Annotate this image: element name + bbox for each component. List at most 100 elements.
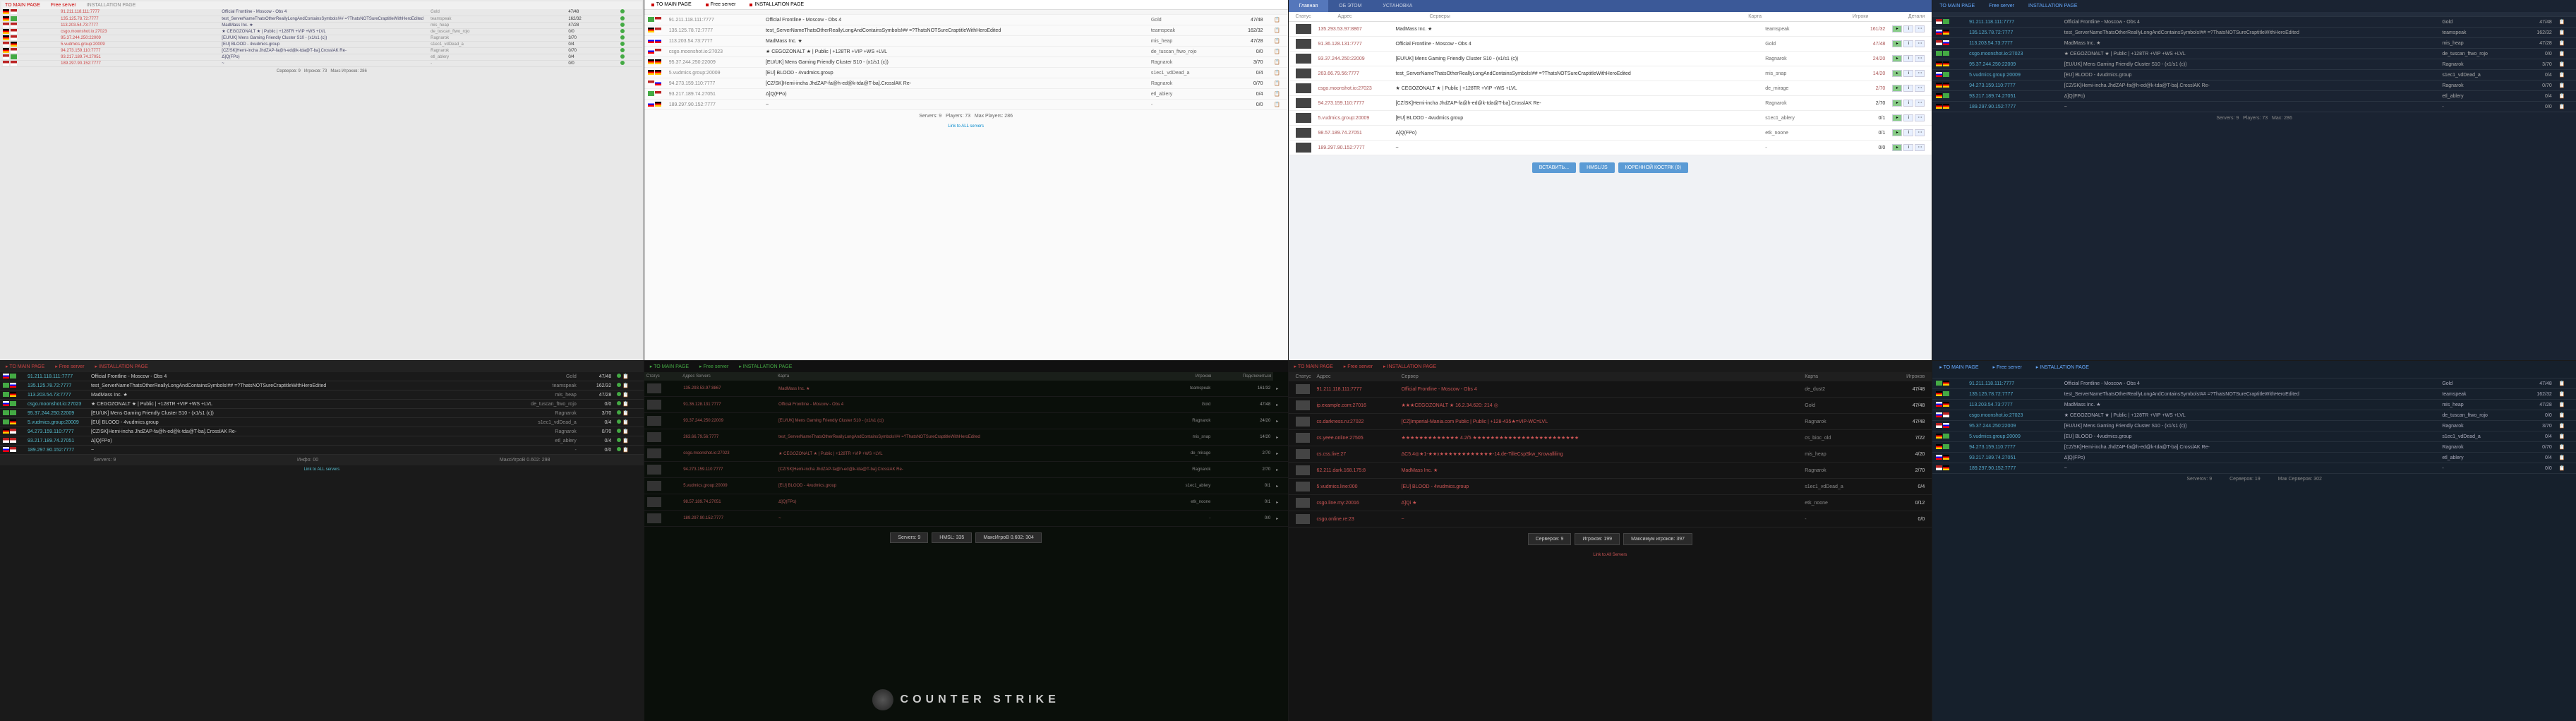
more-button[interactable]: ⋯ xyxy=(1915,40,1925,47)
server-row[interactable]: 94.273.159.110:7777 [CZ/SK]Hemi-incha Jh… xyxy=(1,47,642,54)
connect-button[interactable]: ▸ xyxy=(1892,144,1902,151)
action-icon[interactable]: 📋 xyxy=(2559,455,2565,460)
server-card[interactable]: csgo.moonshot.io:27023 ★ CEGOZONALT ★ | … xyxy=(1289,81,1932,96)
server-row[interactable]: 91.211.118.111:7777 Official Frontline -… xyxy=(1932,17,2576,28)
more-button[interactable]: ⋯ xyxy=(1915,55,1925,62)
server-row[interactable]: 91.211.118.111:7777 Official Frontline -… xyxy=(0,372,644,381)
server-row[interactable]: 189.297.90.152:7777 ~ - 0/0 📋 xyxy=(644,100,1288,110)
play-icon[interactable] xyxy=(617,374,621,378)
more-button[interactable]: ⋯ xyxy=(1915,144,1925,151)
server-row[interactable]: 93.217.189.74.27051 Δ]Q(FPo) etl_ablery … xyxy=(1932,453,2576,463)
nav-free[interactable]: Free server xyxy=(706,2,736,7)
action-icon[interactable]: 📋 xyxy=(2559,94,2565,99)
action-icon[interactable]: 📋 xyxy=(2559,403,2565,407)
more-button[interactable]: ⋯ xyxy=(1915,114,1925,121)
action-icon[interactable]: 📋 xyxy=(2559,83,2565,88)
server-row[interactable]: 91.211.118.111:7777 Official Frontline -… xyxy=(1932,379,2576,389)
action-icon[interactable]: 📋 xyxy=(2559,41,2565,46)
btn-players[interactable]: Игроков: 199 xyxy=(1575,533,1620,545)
action-icon[interactable]: 📋 xyxy=(2559,392,2565,397)
copy-icon[interactable]: 📋 xyxy=(622,448,629,453)
action-icon[interactable]: 📋 xyxy=(2559,466,2565,471)
server-row[interactable]: 95.37.244.250:22009 [EU/UK] Mens Gaming … xyxy=(1932,421,2576,431)
copy-icon[interactable]: 📋 xyxy=(1274,39,1280,44)
server-card[interactable]: 62.211.dark.168.175:8 MadMass Inc. ★ Rag… xyxy=(1289,463,1932,479)
more-button[interactable]: ⋯ xyxy=(1915,100,1925,107)
connect-button[interactable]: ▸ xyxy=(1892,55,1902,62)
btn-b[interactable]: HMSL: 335 xyxy=(932,532,972,543)
copy-icon[interactable]: 📋 xyxy=(1274,60,1280,65)
copy-icon[interactable]: 📋 xyxy=(622,402,629,407)
server-row[interactable]: 5.vudmics.group:20009 [EU] BLOOD - 4vudm… xyxy=(1932,431,2576,442)
more-button[interactable]: ⋯ xyxy=(1915,85,1925,92)
copy-icon[interactable]: 📋 xyxy=(622,439,629,443)
server-row[interactable]: 93.37.244.250:22009 [EU/UK] Mens Gaming … xyxy=(644,413,1288,429)
connect-button[interactable]: ▸ xyxy=(1892,129,1902,136)
all-link[interactable]: Link to All Servers xyxy=(1289,551,1932,559)
server-row[interactable]: 95.37.244.250:22009 [EU/UK] Mens Gaming … xyxy=(1,35,642,41)
copy-icon[interactable]: 📋 xyxy=(622,383,629,388)
play-icon[interactable] xyxy=(617,383,621,387)
nav-free[interactable]: ▸ Free server xyxy=(55,364,84,369)
server-row[interactable]: 135.293.53.97:8867 MadMass Inc. ★ teamsp… xyxy=(644,381,1288,397)
server-card[interactable]: 5.vudmics.group:20009 [EU] BLOOD - 4vudm… xyxy=(1289,111,1932,126)
copy-icon[interactable]: 📋 xyxy=(1274,81,1280,86)
info-button[interactable]: i xyxy=(1903,25,1913,32)
info-button[interactable]: i xyxy=(1903,85,1913,92)
server-card[interactable]: 189.297.90.152:7777 ~ - 0/0 ▸ i ⋯ xyxy=(1289,141,1932,155)
server-row[interactable]: 93.217.189.74.27051 Δ]Q(FPo) etl_ablery … xyxy=(1,54,642,60)
server-card[interactable]: 5.vudmics.line:000 [EU] BLOOD - 4vudmics… xyxy=(1289,479,1932,495)
server-row[interactable]: 5.vudmics.group:20009 [EU] BLOOD - 4vudm… xyxy=(1,41,642,47)
action-icon[interactable]: 📋 xyxy=(2559,20,2565,25)
connect-button[interactable]: ▸ xyxy=(1892,70,1902,77)
info-button[interactable]: i xyxy=(1903,114,1913,121)
nav-install[interactable]: ▸ INSTALLATION PAGE xyxy=(1383,364,1436,369)
action-icon[interactable]: 📋 xyxy=(2559,105,2565,109)
connect-button[interactable]: ▸ xyxy=(1892,40,1902,47)
nav-main[interactable]: ▸ TO MAIN PAGE xyxy=(1294,364,1333,369)
nav-free[interactable]: ▸ Free server xyxy=(1993,364,2022,370)
play-icon[interactable] xyxy=(617,438,621,442)
server-card[interactable]: cs.darkness.ru:27022 [CZ]Imperial-Mania.… xyxy=(1289,414,1932,430)
server-row[interactable]: csgo.moonshot.io:27023 ★ CEGOZONALT ★ | … xyxy=(1932,49,2576,59)
server-row[interactable]: 113.203.54.73:7777 MadMass Inc. ★ mis_he… xyxy=(1932,38,2576,49)
action-icon[interactable]: 📋 xyxy=(2559,62,2565,67)
info-button[interactable]: i xyxy=(1903,55,1913,62)
server-row[interactable]: csgo.moonshot.io:27023 ★ CEGOZONALT ★ | … xyxy=(1932,410,2576,421)
server-row[interactable]: 135.125.78.72:7777 test_ServerNameThatsO… xyxy=(0,381,644,391)
copy-icon[interactable]: 📋 xyxy=(1274,28,1280,33)
more-button[interactable]: ⋯ xyxy=(1915,25,1925,32)
server-row[interactable]: 93.217.189.74.27051 Δ]Q(FPo) etl_ablery … xyxy=(0,436,644,446)
info-button[interactable]: i xyxy=(1903,129,1913,136)
btn-hmsl[interactable]: HMSL/JS xyxy=(1579,162,1615,173)
server-card[interactable]: csgo.line.my:20016 Δ]Qi ★ etk_noone 0/12 xyxy=(1289,495,1932,511)
nav-free[interactable]: ▸ Free server xyxy=(1344,364,1373,369)
server-row[interactable]: 135.125.78.72:7777 test_ServerNameThatsO… xyxy=(1932,28,2576,38)
copy-icon[interactable]: 📋 xyxy=(1274,18,1280,23)
nav-install[interactable]: INSTALLATION PAGE xyxy=(750,2,804,7)
play-icon[interactable] xyxy=(617,401,621,405)
server-card[interactable]: cs.yeee.online:27505 ★★★★★★★★★★★★★ 4.2/5… xyxy=(1289,430,1932,446)
play-icon[interactable] xyxy=(617,410,621,415)
copy-icon[interactable]: 📋 xyxy=(622,420,629,425)
copy-icon[interactable]: 📋 xyxy=(1274,102,1280,107)
server-row[interactable]: 91.211.118.111:7777 Official Frontline -… xyxy=(644,15,1288,25)
server-row[interactable]: 93.217.189.74.27051 Δ]Q(FPo) etl_ablery … xyxy=(1932,91,2576,102)
server-row[interactable]: 91.211.118.111:7777 Official Frontline -… xyxy=(1,9,642,16)
connect-icon[interactable]: ▸ xyxy=(1276,387,1278,391)
action-icon[interactable]: 📋 xyxy=(2559,73,2565,78)
copy-icon[interactable]: 📋 xyxy=(622,393,629,398)
copy-icon[interactable]: 📋 xyxy=(622,374,629,379)
server-card[interactable]: 263.66.79.56:7777 test_ServerNameThatsOt… xyxy=(1289,66,1932,81)
nav-free[interactable]: ▸ Free server xyxy=(699,364,728,369)
server-row[interactable]: 91.36.128.131:7777 Official Frontline - … xyxy=(644,397,1288,413)
server-row[interactable]: 113.203.54.73:7777 MadMass Inc. ★ mis_he… xyxy=(1,22,642,28)
server-card[interactable]: 94.273.159.110:7777 [CZ/SK]Hemi-incha Jh… xyxy=(1289,96,1932,111)
server-row[interactable]: 94.273.159.110:7777 [CZ/SK]Hemi-incha Jh… xyxy=(644,462,1288,478)
server-row[interactable]: 189.297.90.152:7777 ~ - 0/0 📋 xyxy=(0,446,644,455)
server-row[interactable]: 189.297.90.152:7777 ~ - 0/0 ▸ xyxy=(644,511,1288,527)
play-icon[interactable] xyxy=(617,392,621,396)
server-row[interactable]: 94.273.159.110:7777 [CZ/SK]Hemi-incha Jh… xyxy=(1932,442,2576,453)
server-row[interactable]: 113.203.54.73:7777 MadMass Inc. ★ mis_he… xyxy=(0,391,644,400)
server-card[interactable]: 91.36.128.131:7777 Official Frontline - … xyxy=(1289,37,1932,52)
